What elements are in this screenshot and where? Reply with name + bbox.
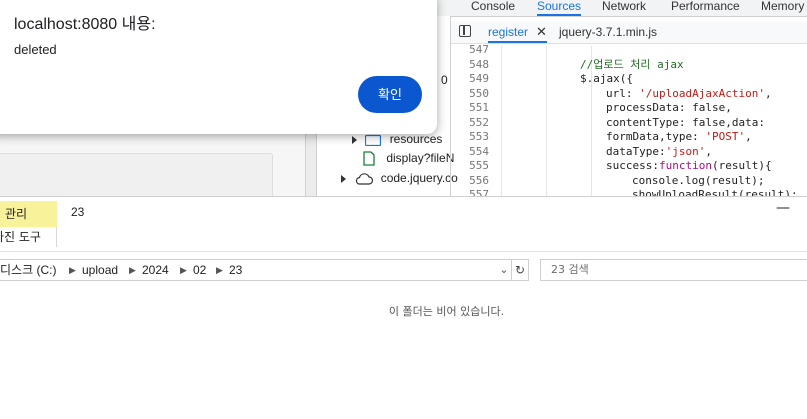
divider — [0, 251, 807, 252]
tab-sources[interactable]: Sources — [537, 0, 582, 16]
code-text: showUploadResult(result); — [632, 188, 798, 196]
minimize-button[interactable]: — — [775, 201, 791, 217]
tab-network[interactable]: Network — [602, 0, 646, 16]
ribbon-tab-picture-tools[interactable]: 사진 도구 — [0, 227, 57, 247]
code-text: contentType: false,data: — [606, 115, 765, 129]
code-line[interactable]: 557 showUploadResult(result); — [451, 187, 807, 196]
code-text: processData: false, — [606, 101, 732, 114]
chevron-right-icon[interactable]: ▶ — [180, 260, 187, 280]
code-line[interactable]: 552 contentType: false,data: — [451, 115, 807, 130]
breadcrumb-23[interactable]: 23 — [229, 260, 242, 280]
alert-message: deleted — [14, 42, 57, 57]
chevron-right-icon[interactable]: ▶ — [216, 260, 223, 280]
code-text: console.log(result); — [632, 173, 765, 187]
editor-tab-jquery[interactable]: jquery-3.7.1.min.js — [559, 21, 657, 43]
code-text: $.ajax({ — [580, 72, 633, 85]
line-number[interactable]: 557 — [451, 187, 489, 196]
tree-item-label: code.jquery.co — [380, 171, 458, 185]
ribbon-tool-label: 사진 도구 — [0, 230, 41, 244]
line-number[interactable]: 552 — [451, 115, 489, 130]
code-text: url: '/uploadAjaxAction', — [606, 86, 772, 100]
chevron-right-icon[interactable]: ▶ — [129, 260, 136, 280]
line-number[interactable]: 556 — [451, 173, 489, 188]
code-lines: 547 548 //업로드 처리 ajax 549 $.ajax({ 550 url: '/… — [451, 43, 807, 196]
folder-icon — [365, 134, 382, 146]
chevron-down-icon[interactable]: ⌄ — [498, 260, 510, 280]
file-icon — [363, 151, 375, 166]
expand-arrow-icon[interactable] — [341, 174, 346, 183]
line-number[interactable]: 555 — [451, 158, 489, 173]
cloud-icon — [356, 173, 374, 185]
line-number[interactable]: 550 — [451, 86, 489, 101]
alert-dialog: localhost:8080 내용: deleted 확인 — [0, 0, 437, 134]
code-line[interactable]: 556 console.log(result); — [451, 173, 807, 188]
search-input[interactable]: 23 검색 — [540, 259, 807, 281]
code-line[interactable]: 554 dataType:'json', — [451, 144, 807, 159]
ribbon-tab-manage[interactable]: 관리 — [0, 201, 57, 227]
address-bar[interactable]: 디스크 (C:) ▶ upload ▶ 2024 ▶ 02 ▶ 23 ⌄ — [0, 259, 512, 281]
chevron-right-icon[interactable]: ▶ — [69, 260, 76, 280]
alert-title: localhost:8080 내용: — [14, 16, 156, 33]
code-line[interactable]: 549 $.ajax({ — [451, 71, 807, 86]
window-title: 23 — [71, 205, 85, 219]
breadcrumb-upload[interactable]: upload — [82, 260, 118, 280]
empty-folder-message: 이 폴더는 비어 있습니다. — [388, 305, 505, 318]
editor-tab-register[interactable]: register ✕ — [488, 21, 547, 43]
tab-console[interactable]: Console — [471, 0, 515, 16]
line-number[interactable]: 548 — [451, 57, 489, 72]
code-line[interactable]: 548 //업로드 처리 ajax — [451, 57, 807, 72]
line-number[interactable]: 547 — [451, 42, 489, 57]
tab-performance[interactable]: Performance — [671, 0, 740, 16]
tree-partial-number: 0 — [441, 73, 448, 87]
code-line[interactable]: 553 formData,type: 'POST', — [451, 129, 807, 144]
tree-item-jquery-cdn[interactable]: code.jquery.co — [341, 169, 458, 187]
editor-tab-bar: register ✕ jquery-3.7.1.min.js — [451, 21, 807, 44]
line-number[interactable]: 554 — [451, 144, 489, 159]
tree-item-label: display?fileN — [386, 151, 455, 165]
expand-arrow-icon[interactable] — [352, 135, 357, 144]
line-number[interactable]: 551 — [451, 100, 489, 115]
file-explorer-window: 관리 사진 도구 23 — 디스크 (C:) ▶ upload ▶ 2024 ▶… — [0, 196, 807, 419]
breadcrumb-drive[interactable]: 디스크 (C:) — [0, 260, 56, 280]
tree-item-display[interactable]: display?fileN — [363, 149, 454, 167]
tab-memory[interactable]: Memory — [761, 0, 804, 16]
code-text: dataType:'json', — [606, 144, 712, 158]
code-line[interactable]: 547 — [451, 42, 807, 57]
code-line[interactable]: 551 processData: false, — [451, 100, 807, 115]
code-text: //업로드 처리 ajax — [580, 57, 684, 71]
line-number[interactable]: 553 — [451, 129, 489, 144]
code-line[interactable]: 550 url: '/uploadAjaxAction', — [451, 86, 807, 101]
editor-tab-label: register — [488, 25, 529, 39]
breadcrumb-2024[interactable]: 2024 — [142, 260, 169, 280]
breadcrumb-02[interactable]: 02 — [193, 260, 206, 280]
tree-item-label: resources — [389, 132, 443, 146]
code-line[interactable]: 555 success:function(result){ — [451, 158, 807, 173]
code-editor: register ✕ jquery-3.7.1.min.js 547 548 //업로… — [450, 16, 807, 196]
refresh-icon[interactable]: ↻ — [512, 259, 529, 281]
line-number[interactable]: 549 — [451, 71, 489, 86]
code-text: success:function(result){ — [606, 159, 772, 172]
close-icon[interactable]: ✕ — [536, 21, 547, 43]
ok-button[interactable]: 확인 — [358, 76, 422, 113]
code-text: formData,type: 'POST', — [606, 130, 752, 143]
toggle-sidebar-icon[interactable] — [459, 25, 471, 37]
